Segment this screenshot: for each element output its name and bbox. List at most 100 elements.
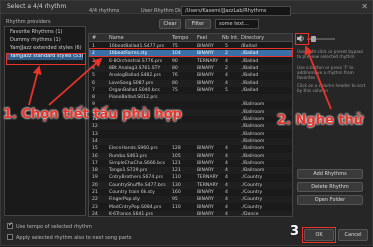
table-cell-feel: BINARY (197, 168, 214, 174)
col-tempo[interactable]: Tempo (172, 35, 188, 41)
table-row[interactable]: 22 FingerPop.sty 95 BINARY 4 ./Country (89, 196, 292, 204)
table-cell-nb-int: 4 (225, 190, 228, 195)
table-row[interactable]: 14 ./Ballroom (89, 137, 292, 145)
annotation-highlight-ok (302, 227, 336, 243)
hint-favorites: Use a button or press 'F' to add/remove … (297, 65, 354, 80)
table-cell-name: FingerPop.sty (109, 197, 140, 203)
table-cell-directory: ./Country (241, 175, 263, 181)
table-cell-directory: ./Ballad (241, 87, 259, 93)
table-cell-directory: ./Country (241, 190, 263, 195)
table-cell-nb-int: 4 (225, 182, 228, 188)
table-cell-nb-int: 4 (225, 153, 228, 159)
provider-item-favorites[interactable]: Favorite Rhythms (1) (7, 29, 83, 36)
table-row[interactable]: 13 ./Ballroom (89, 131, 292, 138)
clear-button[interactable]: Clear (159, 19, 181, 29)
table-cell-name: OrganBallad.S040.bcs (109, 87, 160, 93)
table-cell-feel: TERNARY (197, 182, 219, 188)
cancel-button[interactable]: Cancel (338, 229, 368, 241)
table-row[interactable]: 7 OrganBallad.S040.bcs 75 BINARY 5 ./Ballad (89, 87, 292, 94)
delete-rhythm-button[interactable]: Delete Rhythm (297, 182, 363, 192)
table-row[interactable]: 21 Country train 6k.sty 160 BINARY 4 ./Countr… (89, 189, 292, 196)
table-cell-tempo: 110 (172, 204, 181, 210)
table-cell-name: AnalogBallad.S482.prs (109, 73, 161, 79)
table-cell-name: CountryShuffle.S477.bcs (109, 182, 166, 188)
table-row[interactable]: 18 Tango1.S729.prs 121 BINARY 4 ./Ballroom (89, 167, 292, 175)
col-index[interactable]: # (92, 35, 96, 41)
table-cell-tempo: 90 (172, 58, 178, 64)
table-row[interactable]: 6 LoveSong.S087.prs 80 BINARY 4 ./Ballad (89, 79, 292, 87)
table-cell-directory: ./Ballroom (241, 146, 265, 152)
table-cell-name: Tango1.S729.prs (109, 168, 148, 174)
table-row[interactable]: 4 8Bt Analog3.S761.STY 80 BINARY 2 ./Ballad (89, 64, 292, 72)
table-cell-directory: ./Ballroom (241, 131, 265, 137)
annotation-step1: 1. Chọn tiết tấu phù hợp (3, 107, 182, 122)
table-cell-: 23 (92, 204, 98, 210)
rhythms-count: 4/4 rhythms (89, 8, 120, 14)
table-cell-nb-int: 4 (225, 197, 228, 203)
table-cell-nb-int: 4 (225, 168, 228, 174)
provider-item-extended[interactable]: YamJJazz extended styles (6) (7, 45, 83, 52)
use-tempo-checkbox[interactable] (7, 221, 13, 229)
table-row[interactable]: 23 ModCntryPop.S084.prs 110 BINARY 4 ./Countr… (89, 204, 292, 211)
table-cell-: 4 (92, 65, 95, 71)
table-cell-nb-int: 4 (225, 146, 228, 152)
table-cell-name: PianoBallad.S012.prs (109, 95, 158, 101)
table-row[interactable]: 16 Rumba.S463.prs 105 BINARY 4 ./Ballroom (89, 152, 292, 160)
rhythms-table[interactable]: # Name Tempo Feel Nb Int. Directory 1 16b… (88, 33, 293, 217)
table-cell-feel: BINARY (197, 146, 214, 152)
table-cell-nb-int: 5 (225, 87, 228, 93)
table-cell-directory: ./Ballad (241, 58, 259, 64)
apply-song-checkbox[interactable] (7, 234, 13, 240)
annotation-step3: 3 (290, 224, 300, 239)
table-row[interactable]: 20 CountryShuffle.S477.bcs 130 TERNARY 4 ./Co… (89, 181, 292, 189)
open-folder-button[interactable]: Open Folder (297, 195, 363, 205)
col-directory[interactable]: Directory (241, 35, 264, 41)
table-cell-tempo: 110 (172, 175, 181, 181)
table-row[interactable]: 3 6-8Orchestral.S776.prs 90 TERNARY 4 ./Balla… (89, 58, 292, 65)
table-cell-: 8 (92, 95, 95, 101)
col-feel[interactable]: Feel (197, 35, 207, 41)
volume-slider[interactable] (307, 36, 335, 42)
table-cell-directory: ./Ballroom (241, 102, 265, 108)
table-row[interactable]: 15 ElecnHands.S960.prs 128 BINARY 4 ./Ballroo… (89, 145, 292, 152)
table-cell-: 12 (92, 124, 98, 130)
table-cell-: 15 (92, 146, 98, 152)
table-cell-: 3 (92, 58, 95, 64)
filter-input[interactable]: some text... (215, 19, 259, 29)
table-cell-name: SimpleChaCha.S666.bcs (109, 160, 165, 166)
table-row[interactable]: 17 SimpleChaCha.S666.bcs 121 BINARY 4 ./Ballr… (89, 160, 292, 167)
table-cell-nb-int: 4 (225, 204, 228, 210)
table-cell-: 13 (92, 131, 98, 137)
user-dir-field[interactable]: /Users/Kasemi/JJazzLab/Rhythms (181, 6, 291, 16)
close-icon[interactable]: ✕ (361, 2, 368, 11)
table-cell-: 22 (92, 197, 98, 203)
annotation-highlight-row (89, 48, 293, 57)
table-cell-feel: BINARY (197, 87, 214, 93)
table-row[interactable]: 8 PianoBallad.S012.prs (89, 94, 292, 102)
volume-slider-knob[interactable] (311, 36, 316, 42)
filter-button[interactable]: Filter (185, 19, 211, 29)
table-cell-feel: BINARY (197, 73, 214, 79)
table-cell-directory: ./Ballroom (241, 153, 265, 159)
col-nb-int[interactable]: Nb Int. (222, 35, 239, 41)
table-cell-nb-int: 4 (225, 160, 228, 166)
table-row[interactable]: 24 K-6Trance.S641.prs BINARY 4 ./Dance (89, 210, 292, 216)
table-cell-feel: TERNARY (197, 175, 219, 181)
table-cell-directory: ./Country (241, 182, 263, 188)
table-row[interactable]: 19 CntryBrothers.S674.prs 110 TERNARY 4 ./Cou… (89, 174, 292, 181)
table-row[interactable]: 12 ./Ballroom (89, 123, 292, 131)
table-cell-tempo: 80 (172, 65, 178, 71)
table-cell-: 16 (92, 153, 98, 159)
provider-item-dummy[interactable]: Dummy rhythms (1) (7, 37, 83, 44)
add-rhythms-button[interactable]: Add Rhythms (297, 169, 363, 179)
table-cell-directory: ./Country (241, 204, 263, 210)
use-tempo-label: Use tempo of selected rhythm (16, 224, 92, 230)
col-name[interactable]: Name (109, 35, 124, 41)
hint-preview: Use right-click or preset bypass to prev… (297, 49, 364, 59)
table-cell-tempo: 95 (172, 197, 178, 203)
table-cell-tempo: 121 (172, 160, 181, 166)
table-cell-name: ModCntryPop.S084.prs (109, 204, 162, 210)
table-row[interactable]: 5 AnalogBallad.S482.prs 76 BINARY 4 ./Ballad (89, 72, 292, 79)
table-cell-nb-int: 4 (225, 73, 228, 79)
table-cell-directory: ./Ballroom (241, 138, 265, 144)
